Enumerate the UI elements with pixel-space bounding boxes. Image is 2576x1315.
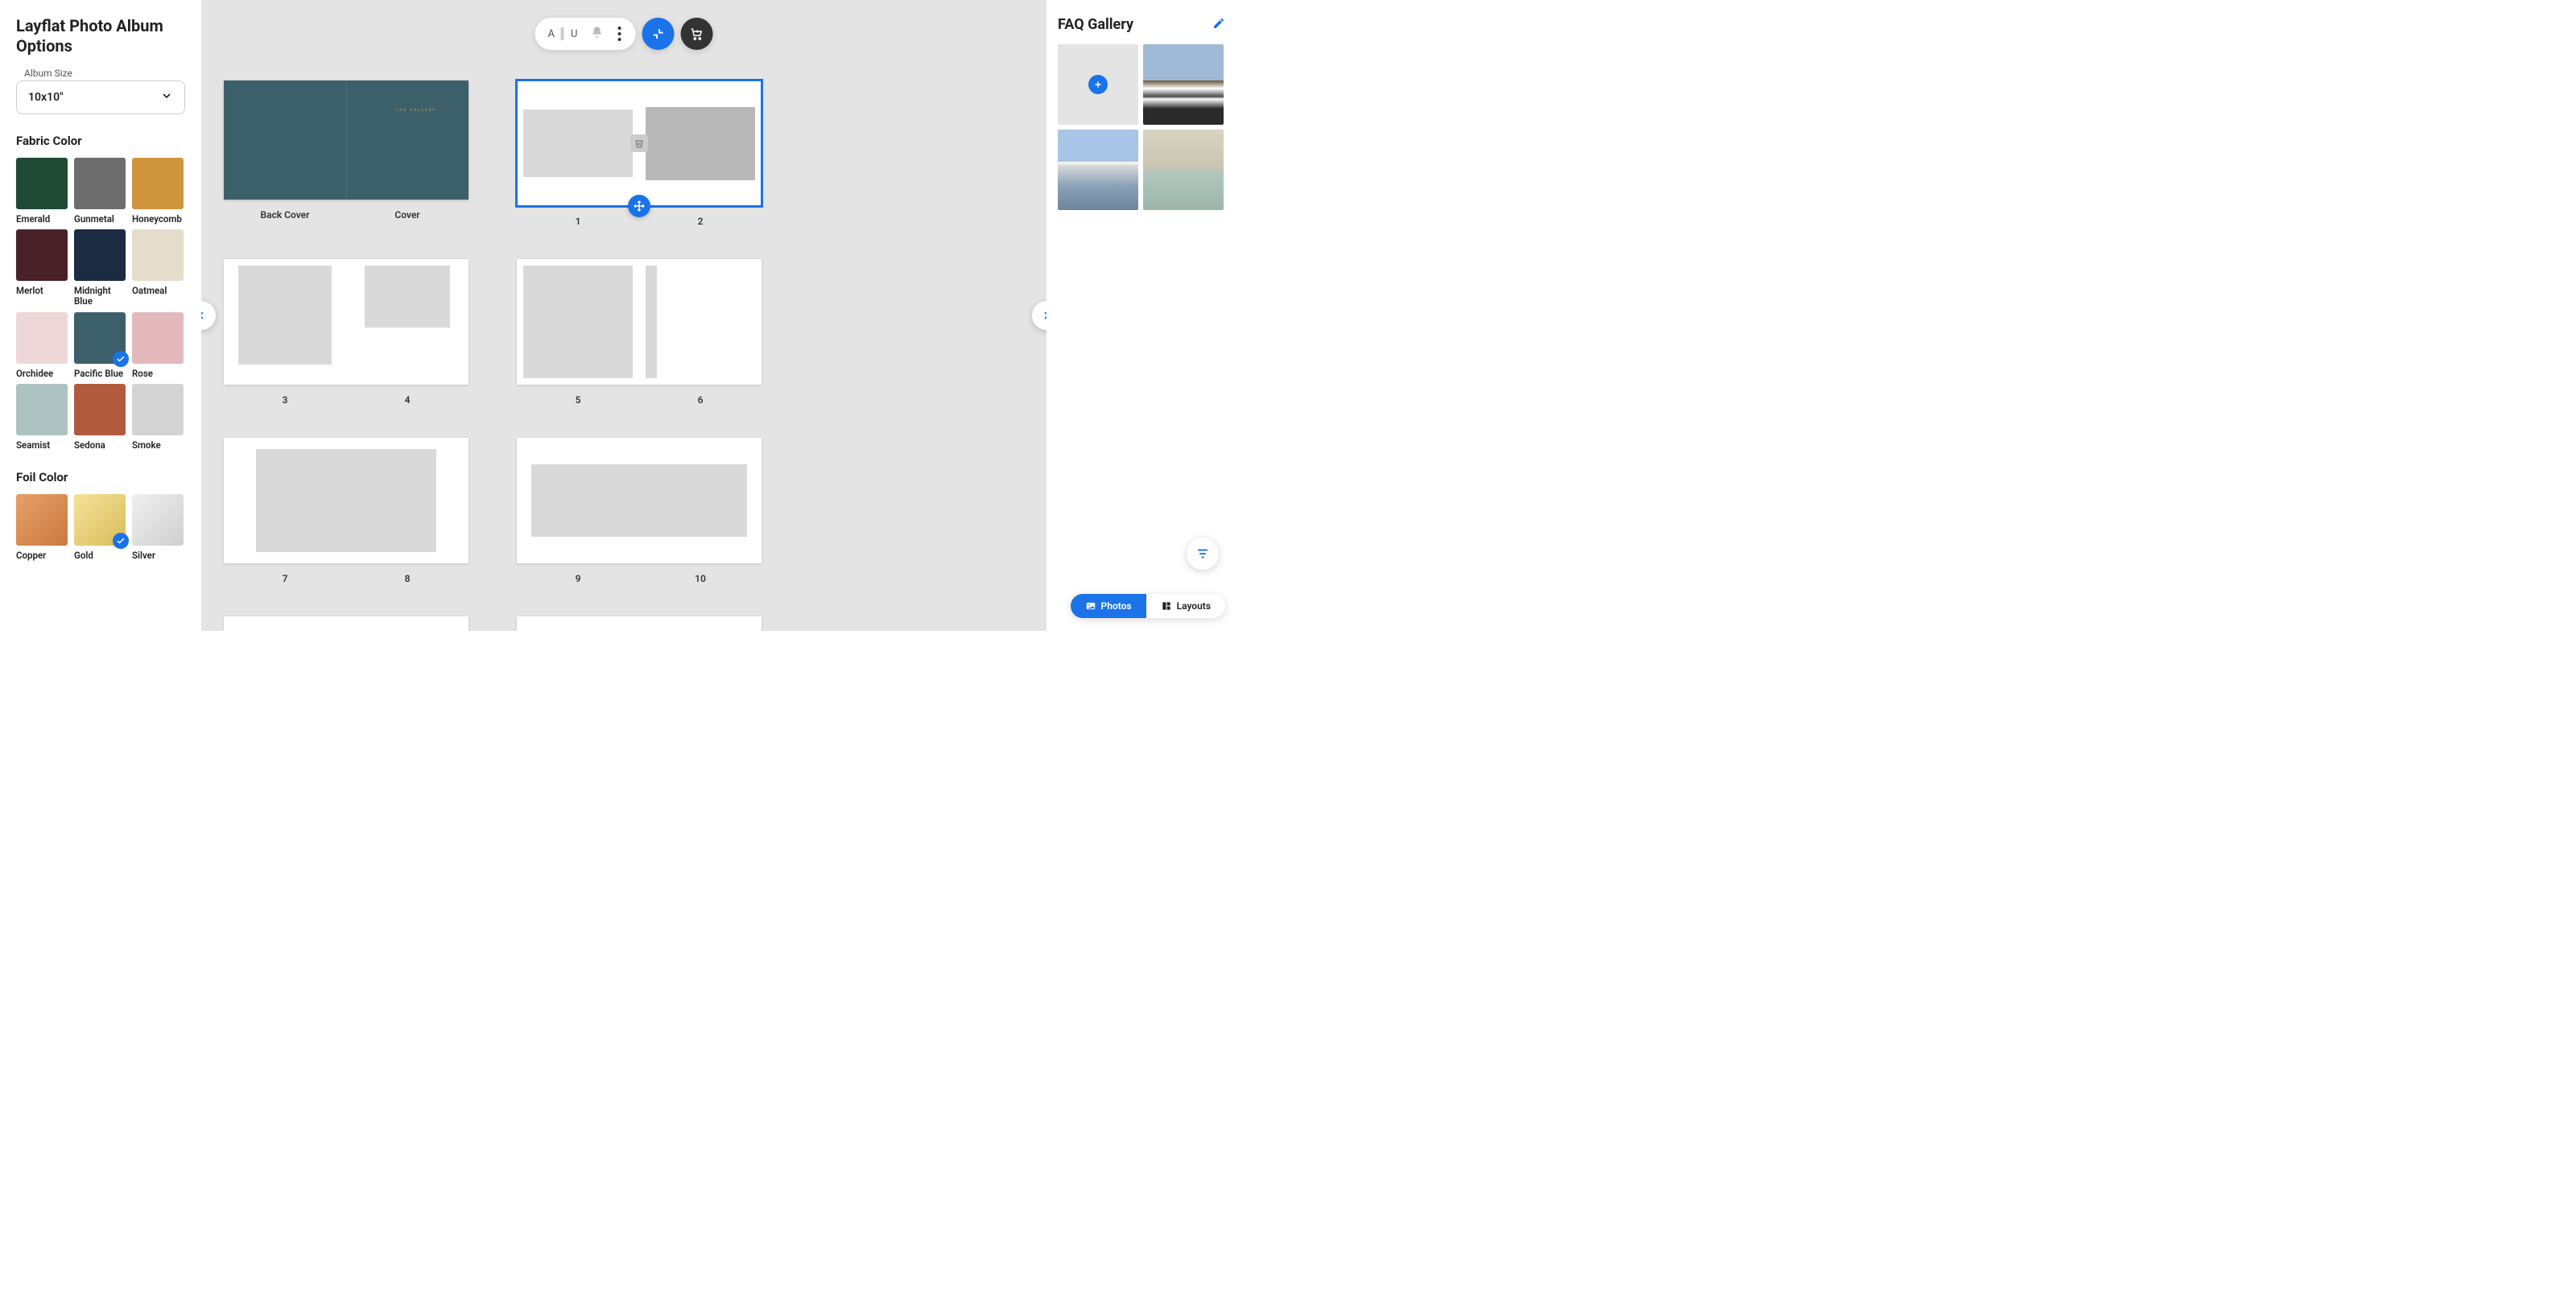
gallery-photo[interactable]	[1058, 130, 1138, 210]
swatch-label: Merlot	[16, 286, 68, 296]
add-photo-button[interactable]	[1058, 44, 1138, 125]
swatch-seamist[interactable]	[16, 384, 68, 435]
swatch-oatmeal[interactable]	[132, 229, 184, 281]
bell-icon[interactable]	[590, 26, 603, 42]
more-menu-button[interactable]	[614, 27, 624, 41]
album-size-select[interactable]: 10x10"	[16, 80, 185, 114]
swatch-label: Midnight Blue	[74, 286, 126, 307]
swatch-label: Orchidee	[16, 369, 68, 379]
add-to-cart-button[interactable]	[680, 18, 712, 50]
toolbar-a-label: A	[547, 28, 556, 40]
tab-photos[interactable]: Photos	[1071, 594, 1146, 618]
swatch-label: Honeycomb	[132, 214, 184, 225]
gallery-photo[interactable]	[1143, 44, 1224, 125]
gallery-title: FAQ Gallery	[1058, 16, 1133, 33]
swatch-label: Sedona	[74, 440, 126, 451]
autofill-toggle[interactable]: A U	[547, 27, 580, 40]
swatch-copper[interactable]	[16, 494, 68, 546]
page-number: 7	[224, 573, 346, 584]
sidebar-mode-toggle: Photos Layouts	[1071, 594, 1225, 618]
edit-title-button[interactable]	[1212, 17, 1225, 33]
editor-canvas: A U FAQ GALLERYBack CoverCo	[201, 0, 1046, 631]
collapse-button[interactable]	[642, 18, 674, 50]
cover-title-text: FAQ GALLERY	[396, 109, 436, 113]
options-title: Layflat Photo Album Options	[16, 16, 185, 56]
page-number: 2	[639, 216, 762, 227]
check-icon	[113, 533, 129, 549]
spread-5-6[interactable]	[517, 259, 762, 385]
swatch-orchidee[interactable]	[16, 312, 68, 364]
swatch-pacific-blue[interactable]	[74, 312, 126, 364]
gallery-sidebar: FAQ Gallery Photos	[1046, 0, 1236, 631]
delete-spread-button[interactable]	[630, 134, 648, 152]
tab-photos-label: Photos	[1101, 600, 1132, 612]
page-number: 3	[224, 394, 346, 406]
spread-9-10[interactable]	[517, 438, 762, 563]
swatch-honeycomb[interactable]	[132, 158, 184, 209]
foil-color-heading: Foil Color	[16, 470, 185, 484]
page-number: 5	[517, 394, 639, 406]
swatch-label: Smoke	[132, 440, 184, 451]
tab-layouts-label: Layouts	[1177, 600, 1211, 612]
toolbar-pill: A U	[535, 18, 636, 50]
page-number: 1	[517, 216, 639, 227]
album-cover[interactable]: FAQ GALLERY	[224, 80, 469, 200]
swatch-midnight-blue[interactable]	[74, 229, 126, 281]
swatch-sedona[interactable]	[74, 384, 126, 435]
swatch-merlot[interactable]	[16, 229, 68, 281]
swatch-gold[interactable]	[74, 494, 126, 546]
swatch-silver[interactable]	[132, 494, 184, 546]
editor-toolbar: A U	[535, 18, 713, 50]
swatch-label: Gunmetal	[74, 214, 126, 225]
spread-3-4[interactable]	[224, 259, 469, 385]
swatch-label: Gold	[74, 550, 126, 561]
photo-gallery-grid	[1058, 44, 1225, 210]
swatch-label: Emerald	[16, 214, 68, 225]
tab-layouts[interactable]: Layouts	[1146, 594, 1225, 618]
filter-button[interactable]	[1187, 538, 1219, 570]
page-number: 9	[517, 573, 639, 584]
spread-11-12[interactable]	[224, 616, 469, 631]
divider-icon	[561, 27, 564, 40]
page-number: 10	[639, 573, 762, 584]
swatch-label: Seamist	[16, 440, 68, 451]
swatch-rose[interactable]	[132, 312, 184, 364]
swatch-smoke[interactable]	[132, 384, 184, 435]
spread-grid: FAQ GALLERYBack CoverCover12345678910111…	[224, 80, 1024, 631]
swatch-label: Pacific Blue	[74, 369, 126, 379]
check-icon	[113, 351, 129, 367]
chevron-down-icon	[160, 89, 173, 105]
options-sidebar: Layflat Photo Album Options Album Size 1…	[0, 0, 201, 631]
spread-7-8[interactable]	[224, 438, 469, 563]
page-number: 6	[639, 394, 762, 406]
page-label: Cover	[346, 209, 469, 221]
gallery-photo[interactable]	[1143, 130, 1224, 210]
swatch-label: Copper	[16, 550, 68, 561]
page-label: Back Cover	[224, 209, 346, 221]
fabric-swatch-grid: Emerald Gunmetal Honeycomb Merlot Midnight B…	[16, 158, 185, 451]
swatch-label: Silver	[132, 550, 184, 561]
swatch-label: Rose	[132, 369, 184, 379]
fabric-color-heading: Fabric Color	[16, 134, 185, 148]
album-size-value: 10x10"	[28, 91, 64, 104]
spread-13-14[interactable]	[517, 616, 762, 631]
move-spread-handle[interactable]	[628, 195, 650, 217]
swatch-gunmetal[interactable]	[74, 158, 126, 209]
swatch-label: Oatmeal	[132, 286, 184, 296]
foil-swatch-grid: Copper Gold Silver	[16, 494, 185, 561]
album-size-label: Album Size	[16, 68, 185, 79]
page-number: 4	[346, 394, 469, 406]
swatch-emerald[interactable]	[16, 158, 68, 209]
plus-icon	[1088, 75, 1108, 94]
page-number: 8	[346, 573, 469, 584]
toolbar-u-label: U	[569, 28, 579, 40]
spread-1-2[interactable]	[517, 80, 762, 206]
